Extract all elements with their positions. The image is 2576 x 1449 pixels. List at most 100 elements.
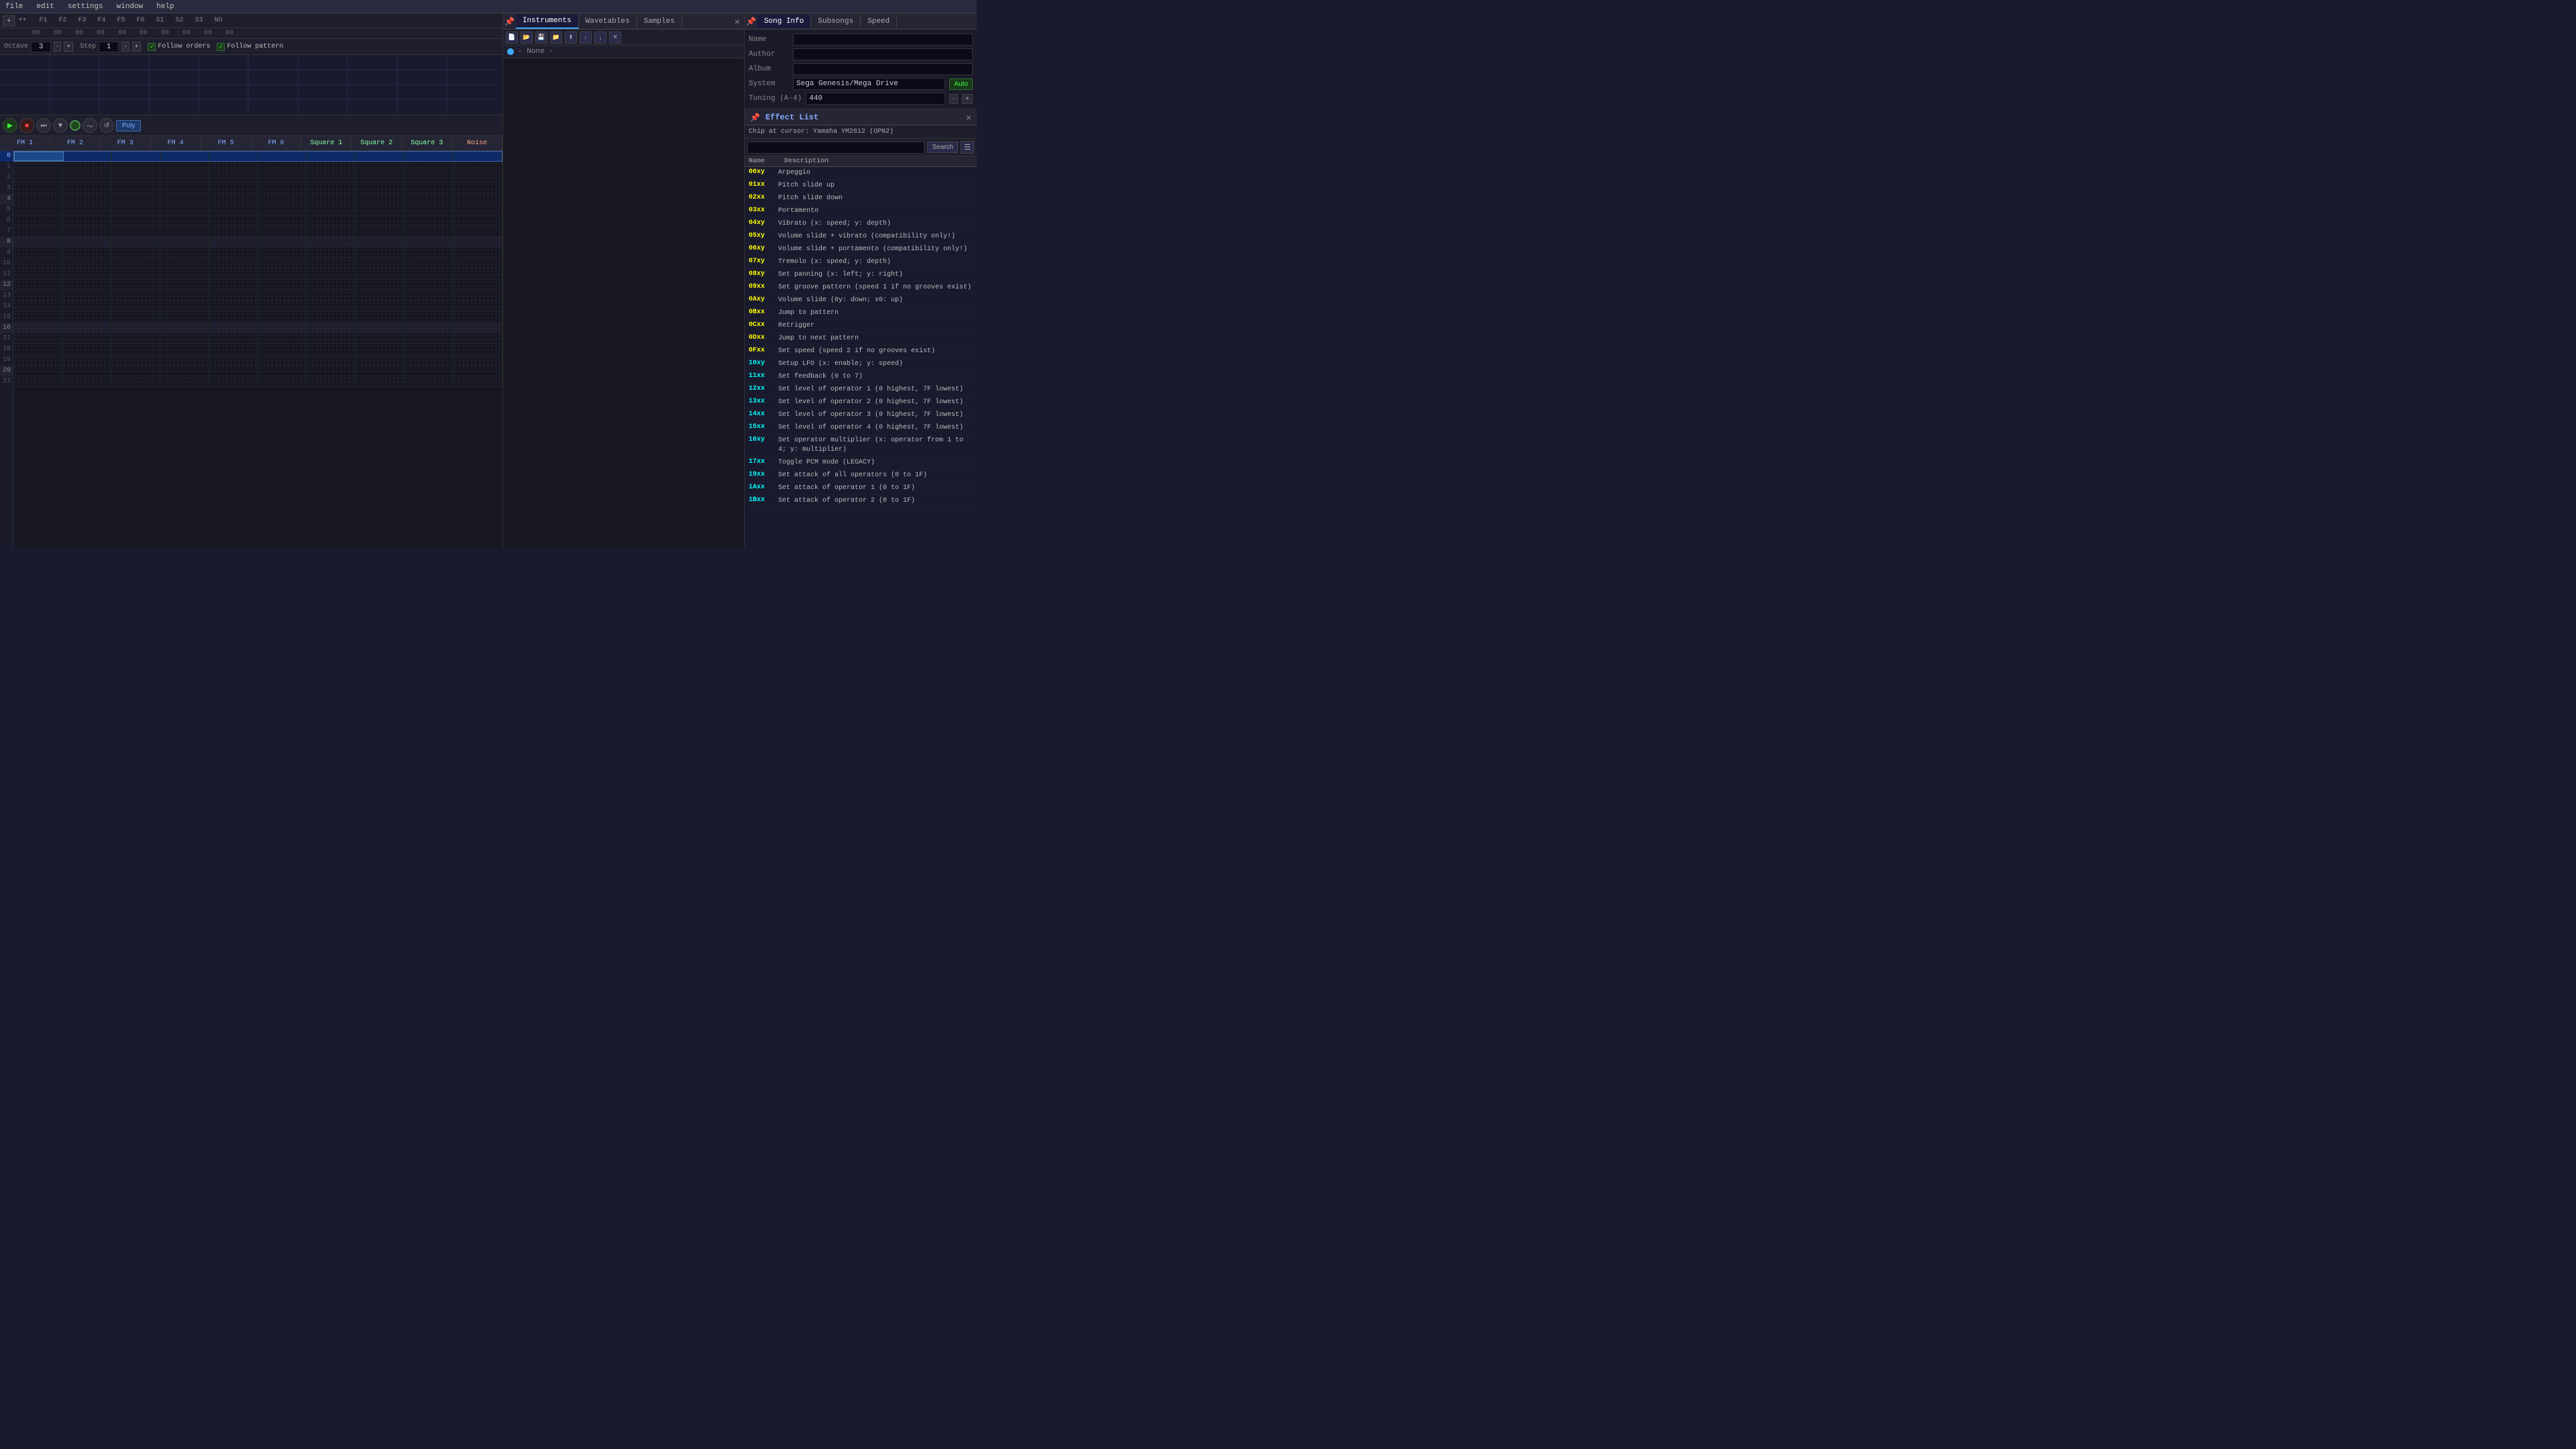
ch-fm1[interactable]: FM 1 bbox=[0, 136, 50, 150]
pattern-cell-1-3[interactable] bbox=[160, 162, 209, 172]
pattern-cell-18-1[interactable] bbox=[62, 344, 111, 354]
pattern-cell-12-9[interactable] bbox=[453, 280, 502, 290]
pattern-cell-16-6[interactable] bbox=[307, 323, 356, 333]
pattern-row-20[interactable] bbox=[13, 366, 502, 376]
pattern-cell-20-8[interactable] bbox=[405, 366, 453, 376]
pattern-cell-21-2[interactable] bbox=[111, 376, 160, 386]
pattern-cell-7-3[interactable] bbox=[160, 226, 209, 236]
pattern-cell-17-0[interactable] bbox=[13, 333, 62, 343]
follow-pattern-check[interactable]: ✓ Follow pattern bbox=[217, 43, 283, 51]
wavetable-radio[interactable] bbox=[507, 48, 514, 55]
pattern-cell-0-9[interactable] bbox=[453, 152, 502, 161]
pattern-cell-13-1[interactable] bbox=[62, 290, 111, 301]
pattern-cell-1-9[interactable] bbox=[453, 162, 502, 172]
pattern-cell-8-1[interactable] bbox=[62, 237, 111, 247]
pattern-cell-7-7[interactable] bbox=[356, 226, 405, 236]
instrument-folder-btn[interactable]: 📁 bbox=[550, 32, 562, 44]
menu-window[interactable]: window bbox=[114, 3, 146, 11]
pattern-row-10[interactable] bbox=[13, 258, 502, 269]
pattern-cell-17-9[interactable] bbox=[453, 333, 502, 343]
pattern-cell-4-6[interactable] bbox=[307, 194, 356, 204]
pattern-cell-19-5[interactable] bbox=[258, 355, 307, 365]
pattern-cell-21-6[interactable] bbox=[307, 376, 356, 386]
pattern-cell-2-9[interactable] bbox=[453, 172, 502, 182]
pattern-cell-8-9[interactable] bbox=[453, 237, 502, 247]
pattern-cell-9-8[interactable] bbox=[405, 248, 453, 258]
pattern-cell-16-7[interactable] bbox=[356, 323, 405, 333]
channel-tab-f4[interactable]: F4 bbox=[92, 15, 111, 25]
pattern-cell-0-0[interactable] bbox=[14, 152, 64, 161]
pattern-cell-3-8[interactable] bbox=[405, 183, 453, 193]
pattern-cell-2-3[interactable] bbox=[160, 172, 209, 182]
pattern-cell-2-4[interactable] bbox=[209, 172, 258, 182]
octave-minus-btn[interactable]: - bbox=[54, 42, 61, 52]
pattern-cell-1-8[interactable] bbox=[405, 162, 453, 172]
effect-item-10[interactable]: 0AxyVolume slide (0y: down; x0: up) bbox=[745, 294, 977, 307]
pattern-cell-11-7[interactable] bbox=[356, 269, 405, 279]
effect-search-btn[interactable]: Search bbox=[927, 142, 958, 153]
pattern-cell-7-4[interactable] bbox=[209, 226, 258, 236]
pattern-cell-11-8[interactable] bbox=[405, 269, 453, 279]
pattern-cell-14-7[interactable] bbox=[356, 301, 405, 311]
effect-item-19[interactable]: 14xxSet level of operator 3 (0 highest, … bbox=[745, 409, 977, 422]
instrument-export-btn[interactable]: ⬆ bbox=[565, 32, 577, 44]
pattern-cell-11-2[interactable] bbox=[111, 269, 160, 279]
pattern-cell-21-0[interactable] bbox=[13, 376, 62, 386]
pattern-row-15[interactable] bbox=[13, 312, 502, 323]
pattern-cell-1-0[interactable] bbox=[13, 162, 62, 172]
pattern-cell-19-4[interactable] bbox=[209, 355, 258, 365]
pattern-row-3[interactable] bbox=[13, 183, 502, 194]
pattern-cell-3-1[interactable] bbox=[62, 183, 111, 193]
pattern-cell-6-9[interactable] bbox=[453, 215, 502, 225]
effect-item-5[interactable]: 05xyVolume slide + vibrato (compatibilit… bbox=[745, 231, 977, 244]
pattern-cell-5-0[interactable] bbox=[13, 205, 62, 215]
add-channel-btn[interactable]: + bbox=[3, 15, 15, 26]
poly-btn[interactable]: Poly bbox=[116, 120, 141, 131]
ch-fm5[interactable]: FM 5 bbox=[201, 136, 252, 150]
pattern-cell-12-5[interactable] bbox=[258, 280, 307, 290]
pattern-cell-15-8[interactable] bbox=[405, 312, 453, 322]
pattern-cell-7-2[interactable] bbox=[111, 226, 160, 236]
pattern-row-4[interactable] bbox=[13, 194, 502, 205]
pattern-cell-0-3[interactable] bbox=[161, 152, 210, 161]
effect-menu-btn[interactable]: ☰ bbox=[961, 141, 974, 154]
pattern-cell-17-6[interactable] bbox=[307, 333, 356, 343]
pattern-cell-11-6[interactable] bbox=[307, 269, 356, 279]
pattern-row-9[interactable] bbox=[13, 248, 502, 258]
pattern-cell-13-5[interactable] bbox=[258, 290, 307, 301]
pattern-cell-3-4[interactable] bbox=[209, 183, 258, 193]
octave-plus-btn[interactable]: + bbox=[64, 42, 73, 52]
pattern-cell-3-9[interactable] bbox=[453, 183, 502, 193]
pattern-cell-21-4[interactable] bbox=[209, 376, 258, 386]
pattern-cell-9-2[interactable] bbox=[111, 248, 160, 258]
pattern-cell-12-6[interactable] bbox=[307, 280, 356, 290]
pattern-cell-8-5[interactable] bbox=[258, 237, 307, 247]
effect-item-17[interactable]: 12xxSet level of operator 1 (0 highest, … bbox=[745, 384, 977, 396]
pattern-cell-20-3[interactable] bbox=[160, 366, 209, 376]
skip-btn[interactable]: ⏭ bbox=[36, 118, 51, 133]
effect-item-22[interactable]: 17xxToggle PCM mode (LEGACY) bbox=[745, 457, 977, 470]
channel-tab-s3[interactable]: S3 bbox=[189, 15, 208, 25]
pattern-cell-10-1[interactable] bbox=[62, 258, 111, 268]
pattern-cell-5-2[interactable] bbox=[111, 205, 160, 215]
pattern-cell-8-6[interactable] bbox=[307, 237, 356, 247]
pattern-cell-11-4[interactable] bbox=[209, 269, 258, 279]
follow-orders-checkbox[interactable]: ✓ bbox=[148, 43, 156, 51]
pattern-cell-10-9[interactable] bbox=[453, 258, 502, 268]
pattern-row-16[interactable] bbox=[13, 323, 502, 333]
pattern-row-18[interactable] bbox=[13, 344, 502, 355]
pattern-cell-12-7[interactable] bbox=[356, 280, 405, 290]
effect-item-23[interactable]: 19xxSet attack of all operators (0 to 1F… bbox=[745, 470, 977, 482]
pattern-cell-17-5[interactable] bbox=[258, 333, 307, 343]
pattern-cell-1-4[interactable] bbox=[209, 162, 258, 172]
loop-btn[interactable]: ↺ bbox=[99, 118, 114, 133]
pattern-cell-4-4[interactable] bbox=[209, 194, 258, 204]
pattern-cell-10-6[interactable] bbox=[307, 258, 356, 268]
pattern-cell-6-8[interactable] bbox=[405, 215, 453, 225]
pattern-cell-15-7[interactable] bbox=[356, 312, 405, 322]
pattern-cell-17-7[interactable] bbox=[356, 333, 405, 343]
pattern-cell-14-2[interactable] bbox=[111, 301, 160, 311]
pattern-cell-16-1[interactable] bbox=[62, 323, 111, 333]
pattern-cell-2-1[interactable] bbox=[62, 172, 111, 182]
pattern-cell-10-8[interactable] bbox=[405, 258, 453, 268]
